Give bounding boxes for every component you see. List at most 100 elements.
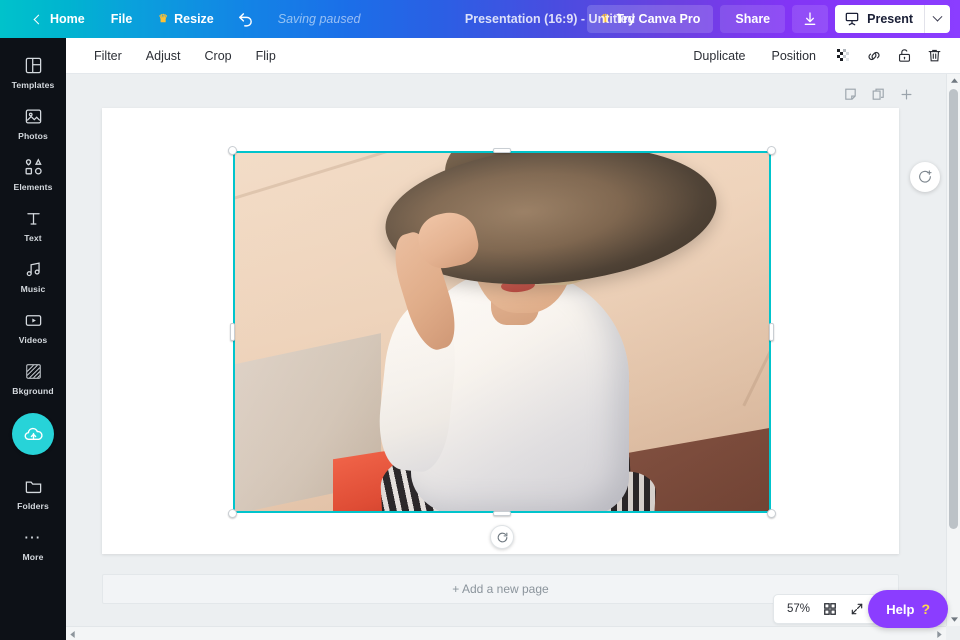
photos-icon [24,106,43,127]
sidebar-item-templates[interactable]: Templates [0,46,66,97]
top-bar: Home File ♛ Resize Saving paused Present… [0,0,960,38]
music-icon [24,259,43,280]
scroll-down-arrow[interactable] [947,613,960,626]
trash-icon[interactable] [920,42,948,70]
help-button[interactable]: Help ? [868,590,948,628]
saving-status: Saving paused [277,12,361,26]
present-dropdown-button[interactable] [924,5,950,33]
file-label: File [110,12,133,26]
share-button[interactable]: Share [720,5,786,33]
transparency-icon[interactable] [830,42,858,70]
left-sidebar: Templates Photos Elements Text Music Vid… [0,38,66,640]
vertical-scrollbar[interactable] [946,74,960,626]
crop-button[interactable]: Crop [193,43,244,69]
sidebar-item-photos[interactable]: Photos [0,97,66,148]
resize-handle-left[interactable] [230,323,235,341]
add-comment-button[interactable] [910,162,940,192]
comment-add-icon [919,170,932,183]
videos-icon [24,310,43,331]
sidebar-item-music[interactable]: Music [0,250,66,301]
selected-image-element[interactable] [228,146,776,549]
sidebar-label-more: More [22,552,44,562]
elements-icon [23,157,44,178]
add-new-page-label: + Add a new page [452,582,549,596]
share-label: Share [735,12,771,26]
zoom-level[interactable]: 57% [782,603,815,615]
sidebar-item-folders[interactable]: Folders [0,467,66,518]
background-icon [24,361,43,382]
toolbar-right-group: Duplicate Position [681,42,948,70]
sidebar-label-templates: Templates [11,80,55,90]
resize-handle-bottom[interactable] [493,511,511,516]
scroll-left-arrow[interactable] [66,627,79,640]
transparency-checker-glyph [837,48,849,61]
position-button[interactable]: Position [760,43,828,69]
resize-handle-bottom-right[interactable] [767,509,776,518]
chevron-left-icon [33,14,44,24]
present-label: Present [867,12,913,26]
design-page[interactable] [102,108,899,554]
filter-button[interactable]: Filter [82,43,134,69]
add-page-icon[interactable] [894,82,918,106]
file-menu-button[interactable]: File [98,6,146,32]
undo-button[interactable] [227,6,264,33]
download-button[interactable] [792,5,829,33]
lock-icon[interactable] [890,42,918,70]
page-tools [838,82,918,106]
scroll-up-arrow[interactable] [947,74,960,87]
canvas-area: + Add a new page 57% Help ? [66,74,960,640]
top-bar-right-group: ♛ Try Canva Pro Share Present [587,5,960,33]
sidebar-label-text: Text [24,233,42,243]
home-button[interactable]: Home [22,6,98,32]
horizontal-scrollbar[interactable] [66,626,946,640]
upload-button[interactable] [12,413,54,455]
zoom-controls: 57% [772,594,878,624]
templates-icon [24,55,43,76]
notes-icon[interactable] [838,82,862,106]
rotate-icon [497,532,507,542]
resize-handle-top-left[interactable] [228,146,237,155]
text-icon [24,208,43,229]
link-icon[interactable] [860,42,888,70]
page-scroll-container: + Add a new page [66,74,946,626]
sidebar-item-more[interactable]: ⋯ More [0,518,66,569]
folder-icon [24,476,43,497]
adjust-button[interactable]: Adjust [134,43,193,69]
canva-editor: Home File ♛ Resize Saving paused Present… [0,0,960,640]
expand-icon[interactable] [845,597,869,621]
sidebar-item-videos[interactable]: Videos [0,301,66,352]
crown-icon: ♛ [158,12,169,25]
sidebar-label-elements: Elements [13,182,53,192]
resize-label: Resize [174,12,214,26]
scroll-right-arrow[interactable] [933,627,946,640]
rotate-handle[interactable] [490,525,514,549]
sidebar-item-text[interactable]: Text [0,199,66,250]
flip-button[interactable]: Flip [244,43,288,69]
sidebar-label-videos: Videos [18,335,48,345]
sidebar-label-photos: Photos [18,131,48,141]
presentation-screen-icon [845,12,859,26]
main-area: Filter Adjust Crop Flip Duplicate Positi… [66,38,960,640]
duplicate-button[interactable]: Duplicate [681,43,757,69]
cloud-upload-icon [24,427,43,440]
sidebar-item-elements[interactable]: Elements [0,148,66,199]
sidebar-label-folders: Folders [17,501,49,511]
resize-handle-right[interactable] [769,323,774,341]
duplicate-page-icon[interactable] [866,82,890,106]
sidebar-label-background: Bkground [12,386,54,396]
grid-view-icon[interactable] [818,597,842,621]
help-question-icon: ? [921,601,930,617]
fashion-photo[interactable] [233,151,771,513]
sidebar-item-background[interactable]: Bkground [0,352,66,403]
document-title[interactable]: Presentation (16:9) - Untitled [457,8,643,30]
vertical-scroll-thumb[interactable] [949,89,958,529]
help-label: Help [886,601,915,617]
resize-handle-top-right[interactable] [767,146,776,155]
present-button[interactable]: Present [835,5,924,33]
image-toolbar: Filter Adjust Crop Flip Duplicate Positi… [66,38,960,74]
resize-handle-bottom-left[interactable] [228,509,237,518]
upload-button-wrapper [0,403,66,467]
resize-button[interactable]: ♛ Resize [145,6,226,32]
editor-body: Templates Photos Elements Text Music Vid… [0,38,960,640]
resize-handle-top[interactable] [493,148,511,153]
